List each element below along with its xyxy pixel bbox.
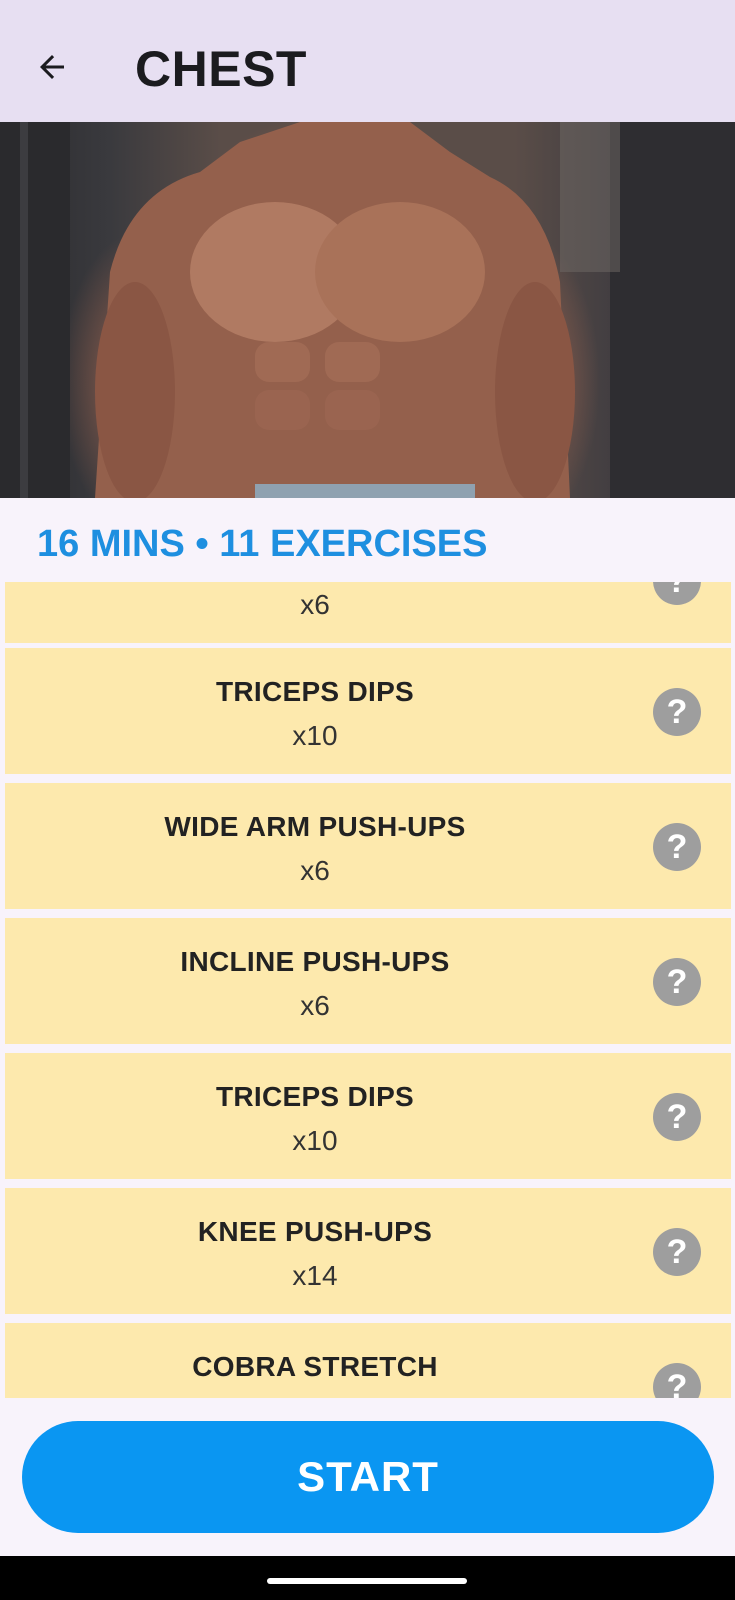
question-mark-icon[interactable]: ?	[653, 1363, 701, 1398]
exercise-reps: x10	[292, 1125, 338, 1156]
exercise-reps: x6	[300, 855, 330, 886]
exercise-name: TRICEPS DIPS	[215, 1081, 415, 1112]
exercise-reps: x6	[300, 990, 330, 1021]
arrow-left-icon	[40, 55, 64, 79]
app-bar: CHEST	[0, 0, 735, 122]
question-mark-icon[interactable]: ?	[653, 1228, 701, 1276]
exercise-card[interactable]: WIDE ARM PUSH-UPS x6 ?	[5, 783, 731, 909]
question-mark-icon[interactable]: ?	[653, 1093, 701, 1141]
page-title: CHEST	[135, 41, 307, 97]
exercise-name: WIDE ARM PUSH-UPS	[164, 811, 466, 842]
workout-summary: 16 MINS • 11 EXERCISES	[37, 523, 488, 565]
exercise-name: COBRA STRETCH	[192, 1351, 438, 1382]
exercise-reps: x6	[300, 589, 330, 620]
exercise-card[interactable]: TRICEPS DIPS x10 ?	[5, 1053, 731, 1179]
start-button[interactable]: START	[22, 1421, 714, 1533]
exercise-name: INCLINE PUSH-UPS	[180, 946, 450, 977]
exercise-list[interactable]: x6 ? TRICEPS DIPS x10 ? WIDE ARM PUSH-UP…	[0, 582, 735, 1398]
hero-image	[0, 122, 735, 498]
exercise-card[interactable]: x6 ?	[5, 582, 731, 643]
question-mark-icon[interactable]: ?	[653, 582, 701, 605]
home-gesture-handle[interactable]	[267, 1578, 467, 1584]
question-mark-icon[interactable]: ?	[653, 823, 701, 871]
exercise-card[interactable]: TRICEPS DIPS x10 ?	[5, 648, 731, 774]
exercise-reps: x14	[292, 1260, 338, 1291]
exercise-reps: x10	[292, 720, 338, 751]
exercise-card[interactable]: INCLINE PUSH-UPS x6 ?	[5, 918, 731, 1044]
system-nav-bar	[0, 1556, 735, 1600]
back-button[interactable]	[30, 45, 74, 89]
question-mark-icon[interactable]: ?	[653, 688, 701, 736]
exercise-card[interactable]: KNEE PUSH-UPS x14 ?	[5, 1188, 731, 1314]
exercise-card[interactable]: COBRA STRETCH ?	[5, 1323, 731, 1398]
exercise-name: KNEE PUSH-UPS	[197, 1216, 433, 1247]
question-mark-icon[interactable]: ?	[653, 958, 701, 1006]
exercise-name: TRICEPS DIPS	[215, 676, 415, 707]
